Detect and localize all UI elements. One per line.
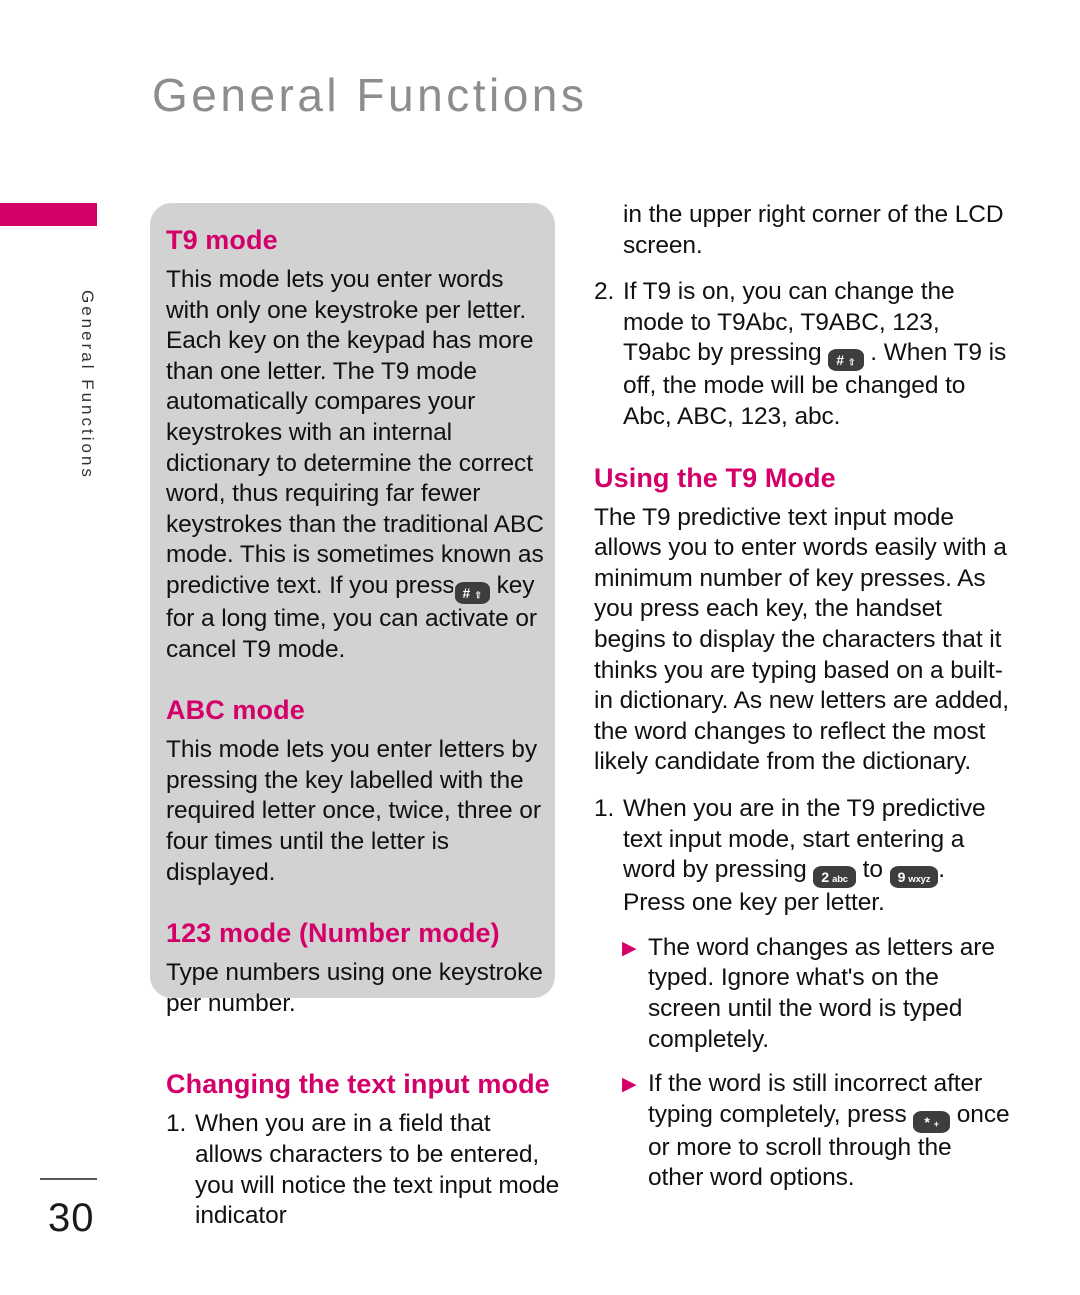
- list-item: ▶ If the word is still incorrect after t…: [622, 1069, 1012, 1194]
- page-number: 30: [48, 1196, 95, 1240]
- list-item: 1. When you are in a field that allows c…: [166, 1109, 560, 1231]
- page-title: General Functions: [152, 69, 588, 121]
- t9-body-before-key: This mode lets you enter words with only…: [166, 266, 544, 599]
- paragraph-continued: in the upper right corner of the LCD scr…: [623, 201, 1004, 259]
- sidebar-accent-bar: [0, 203, 97, 226]
- hash-key-icon: # ⇧: [828, 349, 864, 372]
- list-item: ▶ The word changes as letters are typed.…: [622, 933, 1012, 1055]
- heading-changing-text-input-mode: Changing the text input mode: [166, 1069, 550, 1100]
- key-2-abc-icon: 2 abc: [813, 866, 856, 889]
- list-item-text: When you are in a field that allows char…: [195, 1110, 560, 1230]
- triangle-bullet-icon: ▶: [622, 937, 637, 959]
- star-key-icon: * +: [913, 1110, 951, 1133]
- heading-t9-mode: T9 mode: [166, 225, 278, 255]
- list-item: 1. When you are in the T9 predictive tex…: [594, 794, 1012, 919]
- paragraph-t9-mode: This mode lets you enter words with only…: [166, 265, 546, 665]
- bullet-text: The word changes as letters are typed. I…: [648, 933, 995, 1053]
- t9-step-part-b: to: [862, 856, 883, 884]
- list-item-text: When you are in the T9 predictive text i…: [623, 794, 1012, 919]
- triangle-bullet-icon: ▶: [622, 1074, 637, 1096]
- list-marker: 2.: [594, 278, 615, 306]
- hash-key-icon: # ⇧: [454, 581, 490, 604]
- bullet-text: If the word is still incorrect after typ…: [648, 1069, 1012, 1194]
- footer-divider: [40, 1178, 97, 1180]
- heading-abc-mode: ABC mode: [166, 695, 305, 726]
- list-item-text: If T9 is on, you can change the mode to …: [623, 277, 1012, 432]
- heading-123-mode: 123 mode (Number mode): [166, 918, 500, 949]
- paragraph-123-mode: Type numbers using one keystroke per num…: [166, 959, 543, 1017]
- left-column: T9 mode This mode lets you enter words w…: [152, 203, 562, 1232]
- list-marker: 1.: [594, 794, 615, 822]
- key-9-wxyz-icon: 9 wxyz: [889, 866, 939, 889]
- list-marker: 1.: [166, 1110, 187, 1138]
- sidebar-section-label: General Functions: [78, 290, 97, 480]
- heading-using-t9-mode: Using the T9 Mode: [594, 462, 836, 493]
- right-column: in the upper right corner of the LCD scr…: [594, 200, 1012, 1194]
- list-item: 2. If T9 is on, you can change the mode …: [594, 277, 1012, 432]
- paragraph-using-t9-mode: The T9 predictive text input mode allows…: [594, 503, 1010, 776]
- paragraph-abc-mode: This mode lets you enter letters by pres…: [166, 736, 541, 886]
